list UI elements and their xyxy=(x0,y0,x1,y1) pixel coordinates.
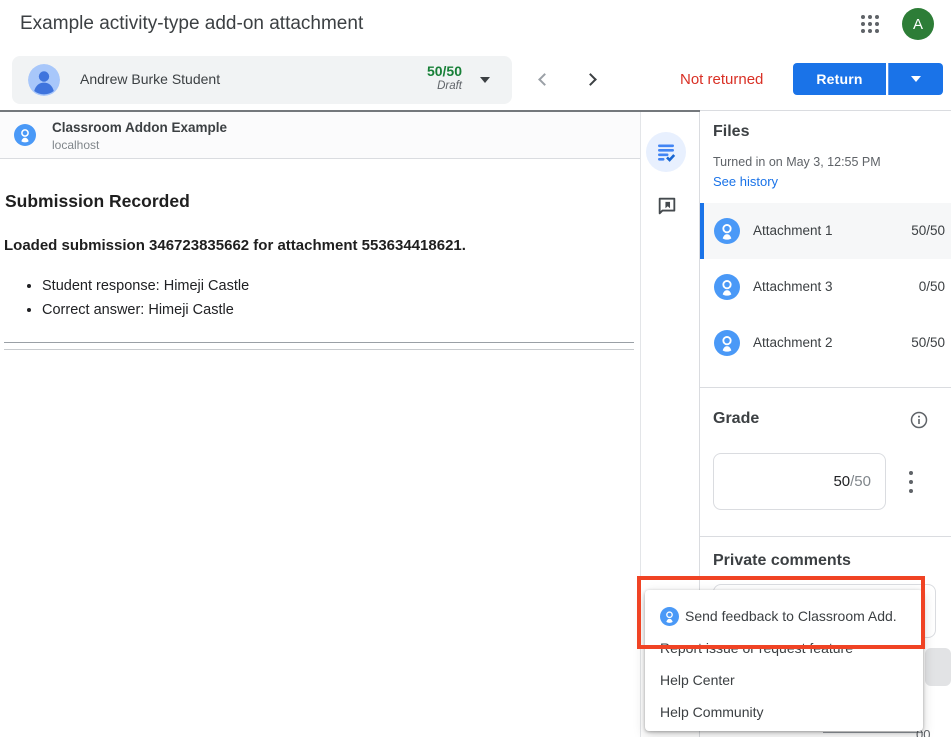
section-divider xyxy=(700,536,951,537)
menu-item-help-center[interactable]: Help Center xyxy=(645,664,923,696)
clipped-underline xyxy=(823,732,923,733)
attachment-score: 50/50 xyxy=(911,223,945,238)
private-comments-title: Private comments xyxy=(713,552,851,570)
student-grade-fraction: 50/50 xyxy=(427,63,462,79)
return-options-button[interactable] xyxy=(888,63,943,95)
grade-value: 50 xyxy=(833,473,850,490)
turned-in-timestamp: Turned in on May 3, 12:55 PM xyxy=(713,155,881,169)
addon-app-name: Classroom Addon Example xyxy=(52,120,227,135)
attachment-row-1[interactable]: Attachment 1 50/50 xyxy=(700,203,951,259)
grade-denominator: /50 xyxy=(850,473,871,490)
post-comment-button[interactable] xyxy=(925,648,951,686)
submission-detail-list: Student response: Himeji Castle Correct … xyxy=(24,274,624,322)
student-selector[interactable]: Andrew Burke Student 50/50 Draft xyxy=(12,56,512,104)
student-grade-state: Draft xyxy=(427,80,462,92)
addon-logo-icon xyxy=(714,218,740,244)
menu-item-help-community[interactable]: Help Community xyxy=(645,696,923,728)
menu-item-label: Send feedback to Classroom Add. xyxy=(685,608,897,624)
page-title: Example activity-type add-on attachment xyxy=(20,13,363,35)
student-avatar xyxy=(28,64,60,96)
return-status-text: Not returned xyxy=(680,71,763,88)
grade-more-options-icon[interactable] xyxy=(902,471,920,493)
horizontal-rule xyxy=(4,342,634,343)
account-avatar[interactable]: A xyxy=(902,8,934,40)
menu-item-label: Help Center xyxy=(660,672,735,688)
addon-logo-icon xyxy=(14,124,36,146)
list-item-correct-answer: Correct answer: Himeji Castle xyxy=(42,298,624,322)
attachment-name: Attachment 3 xyxy=(753,279,833,294)
attachment-name: Attachment 2 xyxy=(753,335,833,350)
return-button[interactable]: Return xyxy=(793,63,886,95)
info-icon[interactable] xyxy=(910,411,928,429)
help-popup-menu: Send feedback to Classroom Add. Report i… xyxy=(645,590,923,731)
grade-section-title: Grade xyxy=(713,410,759,428)
menu-item-label: Help Community xyxy=(660,704,763,720)
apps-grid-icon[interactable] xyxy=(858,12,882,36)
submission-heading: Submission Recorded xyxy=(5,191,190,212)
previous-student-button[interactable] xyxy=(538,73,551,86)
addon-logo-icon xyxy=(714,330,740,356)
comment-bookmark-icon xyxy=(656,195,678,217)
menu-item-send-feedback[interactable]: Send feedback to Classroom Add. xyxy=(645,600,923,632)
addon-logo-icon xyxy=(714,274,740,300)
attachment-score: 0/50 xyxy=(919,279,945,294)
menu-item-report-issue[interactable]: Report issue or request feature xyxy=(645,632,923,664)
attachment-row-2[interactable]: Attachment 3 0/50 xyxy=(700,259,951,315)
grade-input[interactable]: 50/50 xyxy=(713,453,886,510)
classroom-grading-window: Example activity-type add-on attachment … xyxy=(0,0,951,737)
addon-header: Classroom Addon Example localhost xyxy=(0,112,640,159)
files-section-title: Files xyxy=(713,123,749,141)
tab-comments[interactable] xyxy=(656,195,678,217)
section-divider xyxy=(700,387,951,388)
grading-list-check-icon xyxy=(655,141,677,163)
attachment-score: 50/50 xyxy=(911,335,945,350)
caret-down-icon xyxy=(911,76,921,82)
submission-lead-text: Loaded submission 346723835662 for attac… xyxy=(4,237,466,254)
student-name: Andrew Burke Student xyxy=(80,71,220,87)
attachment-row-3[interactable]: Attachment 2 50/50 xyxy=(700,315,951,371)
addon-content-pane: Classroom Addon Example localhost Submis… xyxy=(0,112,640,737)
student-selector-caret-icon[interactable] xyxy=(480,77,490,83)
student-grade-summary: 50/50 Draft xyxy=(427,63,462,92)
list-item-student-response: Student response: Himeji Castle xyxy=(42,274,624,298)
menu-item-label: Report issue or request feature xyxy=(660,640,853,656)
addon-logo-icon xyxy=(660,607,679,626)
account-avatar-initial: A xyxy=(913,16,923,33)
horizontal-rule xyxy=(4,349,634,350)
see-history-link[interactable]: See history xyxy=(713,174,778,189)
attachment-name: Attachment 1 xyxy=(753,223,833,238)
addon-app-host: localhost xyxy=(52,138,99,152)
next-student-button[interactable] xyxy=(584,73,597,86)
tab-grading-files[interactable] xyxy=(646,132,686,172)
